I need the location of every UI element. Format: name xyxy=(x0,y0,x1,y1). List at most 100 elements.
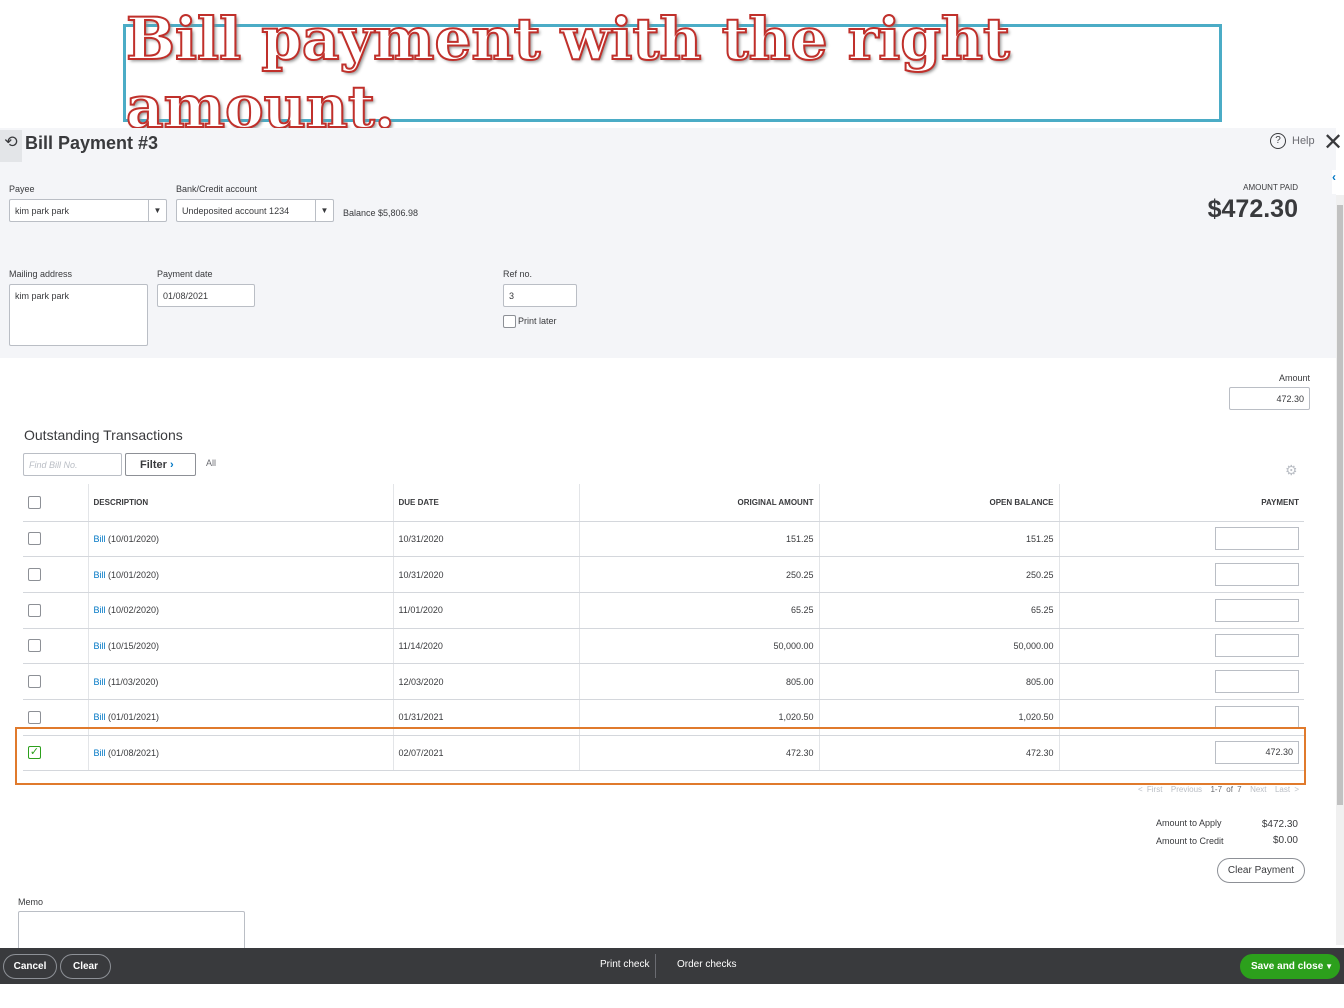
recent-history-icon[interactable]: ⟲ xyxy=(0,130,22,162)
row-description: (11/03/2020) xyxy=(105,676,159,687)
table-row: Bill (10/01/2020) 10/31/2020 250.25 250.… xyxy=(23,556,1304,593)
select-all-checkbox[interactable] xyxy=(28,495,41,509)
table-row: Bill (10/02/2020) 11/01/2020 65.25 65.25 xyxy=(23,592,1304,629)
pager-first[interactable]: < First xyxy=(1138,785,1162,794)
col-original-amount: ORIGINAL AMOUNT xyxy=(578,484,819,522)
print-check-link[interactable]: Print check xyxy=(600,959,649,970)
gear-icon[interactable]: ⚙ xyxy=(1285,462,1298,479)
amount-field[interactable]: 472.30 xyxy=(1229,387,1310,410)
payment-input[interactable] xyxy=(1215,563,1299,587)
payment-input[interactable] xyxy=(1215,598,1299,622)
print-later-label: Print later xyxy=(518,316,557,326)
bank-value: Undeposited account 1234 xyxy=(182,206,290,216)
help-icon[interactable]: ? xyxy=(1270,133,1286,149)
payment-input[interactable] xyxy=(1215,634,1299,658)
row-due-date: 10/31/2020 xyxy=(392,556,579,593)
payee-label: Payee xyxy=(9,184,35,194)
row-checkbox[interactable] xyxy=(28,710,41,724)
balance-text: Balance $5,806.98 xyxy=(343,208,419,218)
row-checkbox[interactable] xyxy=(28,532,41,546)
order-checks-link[interactable]: Order checks xyxy=(677,959,736,970)
bill-link[interactable]: Bill xyxy=(94,570,106,580)
row-original-amount: 151.25 xyxy=(578,521,819,558)
amount-label: Amount xyxy=(1278,373,1310,383)
header-panel xyxy=(0,128,1336,358)
payee-select[interactable]: kim park park ▼ xyxy=(9,199,167,222)
col-open-balance: OPEN BALANCE xyxy=(818,484,1059,522)
bill-link[interactable]: Bill xyxy=(94,677,106,687)
mailing-label: Mailing address xyxy=(9,269,73,279)
collapse-panel-icon[interactable]: ‹ xyxy=(1332,170,1344,194)
ref-no-field[interactable]: 3 xyxy=(503,284,577,307)
row-due-date: 10/31/2020 xyxy=(392,521,579,558)
row-description: (10/02/2020) xyxy=(105,605,160,616)
row-original-amount: 65.25 xyxy=(578,592,819,629)
memo-label: Memo xyxy=(18,897,44,907)
mailing-address-field[interactable]: kim park park xyxy=(9,284,148,346)
pager-range: 1-7 of 7 xyxy=(1210,785,1242,794)
amount-to-apply-label: Amount to Apply xyxy=(1156,818,1222,828)
row-description: (10/01/2020) xyxy=(105,533,160,544)
divider xyxy=(655,954,656,978)
annotation-banner: Bill payment with the right amount. xyxy=(123,4,1222,142)
pager-previous[interactable]: Previous xyxy=(1171,785,1202,794)
chevron-down-icon[interactable]: ▼ xyxy=(1325,955,1333,978)
payment-input[interactable] xyxy=(1215,527,1299,551)
scrollbar[interactable] xyxy=(1336,195,1344,945)
row-due-date: 11/01/2020 xyxy=(392,592,579,629)
table-header: DESCRIPTION DUE DATE ORIGINAL AMOUNT OPE… xyxy=(23,484,1304,522)
bill-link[interactable]: Bill xyxy=(94,534,106,544)
bill-link[interactable]: Bill xyxy=(94,641,106,651)
highlight-box xyxy=(15,727,1306,785)
memo-field[interactable] xyxy=(18,911,245,951)
table-row: Bill (10/01/2020) 10/31/2020 151.25 151.… xyxy=(23,521,1304,558)
amount-to-credit-value: $0.00 xyxy=(1272,835,1298,846)
bank-label: Bank/Credit account xyxy=(176,184,258,194)
bill-link[interactable]: Bill xyxy=(94,605,106,615)
table-row: Bill (10/15/2020) 11/14/2020 50,000.00 5… xyxy=(23,628,1304,665)
row-open-balance: 151.25 xyxy=(818,521,1059,558)
table-row: Bill (11/03/2020) 12/03/2020 805.00 805.… xyxy=(23,663,1304,700)
row-description: (01/01/2021) xyxy=(105,712,160,723)
payment-date-field[interactable]: 01/08/2021 xyxy=(157,284,255,307)
filter-all-label: All xyxy=(206,458,217,468)
payment-input[interactable] xyxy=(1215,705,1299,729)
row-due-date: 11/14/2020 xyxy=(392,628,579,665)
row-checkbox[interactable] xyxy=(28,639,41,653)
filter-button[interactable]: Filter › xyxy=(125,453,196,476)
col-due-date: DUE DATE xyxy=(392,484,579,522)
bill-link[interactable]: Bill xyxy=(94,712,106,722)
row-open-balance: 65.25 xyxy=(818,592,1059,629)
amount-to-credit-label: Amount to Credit xyxy=(1156,836,1224,846)
payment-input[interactable] xyxy=(1215,670,1299,694)
print-later-checkbox[interactable] xyxy=(503,315,516,328)
clear-payment-button[interactable]: Clear Payment xyxy=(1217,858,1305,883)
row-open-balance: 50,000.00 xyxy=(818,628,1059,665)
row-description: (10/15/2020) xyxy=(105,640,160,651)
cancel-button[interactable]: Cancel xyxy=(3,954,57,979)
amount-paid-label: AMOUNT PAID xyxy=(1243,183,1298,192)
row-original-amount: 805.00 xyxy=(578,663,819,700)
help-link[interactable]: Help xyxy=(1292,135,1315,147)
row-original-amount: 50,000.00 xyxy=(578,628,819,665)
amount-paid-value: $472.30 xyxy=(1207,195,1298,223)
banner-text: Bill payment with the right amount. xyxy=(125,4,1011,142)
chevron-right-icon: › xyxy=(169,459,174,471)
pager-next[interactable]: Next xyxy=(1250,785,1266,794)
row-open-balance: 805.00 xyxy=(818,663,1059,700)
col-description: DESCRIPTION xyxy=(87,484,393,522)
save-and-close-button[interactable]: Save and close ▼ xyxy=(1240,954,1340,979)
close-icon[interactable]: ✕ xyxy=(1323,128,1343,157)
row-checkbox[interactable] xyxy=(28,675,41,689)
page-title: Bill Payment #3 xyxy=(25,133,159,153)
row-checkbox[interactable] xyxy=(28,603,41,617)
ref-label: Ref no. xyxy=(503,269,533,279)
row-due-date: 12/03/2020 xyxy=(392,663,579,700)
chevron-down-icon: ▼ xyxy=(148,200,166,221)
pager-last[interactable]: Last > xyxy=(1275,785,1299,794)
bank-account-select[interactable]: Undeposited account 1234 ▼ xyxy=(176,199,334,222)
row-checkbox[interactable] xyxy=(28,568,41,582)
find-bill-input[interactable]: Find Bill No. xyxy=(23,453,122,476)
clear-button[interactable]: Clear xyxy=(60,954,111,979)
col-payment: PAYMENT xyxy=(1058,484,1304,522)
